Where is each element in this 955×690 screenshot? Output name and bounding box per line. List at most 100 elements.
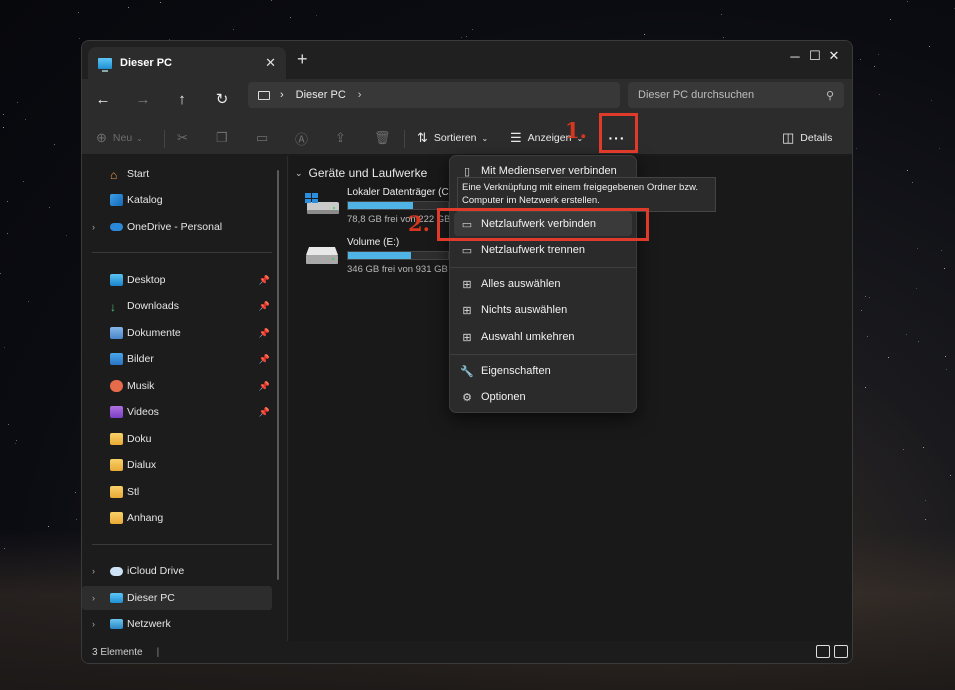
sidebar-item-label: Downloads bbox=[127, 300, 179, 312]
details-view-button[interactable] bbox=[816, 645, 830, 658]
menu-item-properties[interactable]: 🔧 Eigenschaften bbox=[454, 359, 632, 383]
rename-button[interactable]: Ⓐ bbox=[295, 125, 314, 151]
up-button[interactable]: ↑ bbox=[167, 85, 197, 113]
chevron-right-icon[interactable]: › bbox=[92, 566, 95, 576]
monitor-icon bbox=[258, 90, 270, 100]
sidebar-item-dialux[interactable]: Dialux bbox=[82, 453, 272, 477]
drive-e[interactable]: Volume (E:) 346 GB frei von 931 GB bbox=[305, 237, 465, 281]
sidebar-item-label: Dieser PC bbox=[127, 592, 175, 604]
chevron-down-icon: ⌄ bbox=[136, 133, 143, 143]
chevron-right-icon[interactable]: › bbox=[92, 593, 95, 603]
onedrive-icon bbox=[110, 223, 123, 231]
sidebar-item-label: Videos bbox=[127, 406, 159, 418]
drive-name: Lokaler Datenträger (C:) bbox=[347, 187, 455, 198]
sidebar-item-musik[interactable]: Musik 📌 bbox=[82, 374, 272, 398]
address-bar[interactable]: › Dieser PC › bbox=[248, 82, 620, 108]
properties-icon: 🔧 bbox=[460, 365, 474, 378]
search-icon: ⚲ bbox=[825, 89, 834, 102]
sidebar-item-dokumente[interactable]: Dokumente 📌 bbox=[82, 321, 272, 345]
sidebar-item-videos[interactable]: Videos 📌 bbox=[82, 400, 272, 424]
cut-button[interactable]: ✂ bbox=[177, 125, 194, 151]
tab-dieser-pc[interactable]: Dieser PC ✕ bbox=[88, 47, 286, 79]
details-label: Details bbox=[800, 132, 833, 144]
share-button[interactable]: ⇪ bbox=[335, 125, 352, 151]
menu-item-label: Optionen bbox=[481, 391, 526, 403]
sidebar-item-label: Desktop bbox=[127, 274, 166, 286]
sort-button[interactable]: ⇅ Sortieren ⌄ bbox=[417, 125, 488, 151]
breadcrumb-separator: › bbox=[280, 89, 284, 101]
sidebar-item-label: Stl bbox=[127, 486, 140, 498]
sidebar-item-netzwerk[interactable]: › Netzwerk bbox=[82, 612, 272, 636]
options-icon: ⚙ bbox=[462, 391, 472, 404]
sidebar-item-desktop[interactable]: Desktop 📌 bbox=[82, 268, 272, 292]
sidebar-scrollbar[interactable] bbox=[277, 170, 279, 580]
pictures-icon bbox=[110, 353, 123, 365]
tab-title: Dieser PC bbox=[120, 57, 172, 69]
sidebar-item-label: Dialux bbox=[127, 459, 157, 471]
copy-button[interactable]: ❐ bbox=[216, 125, 234, 151]
command-bar: ⊕ Neu ⌄ ✂ ❐ ▭ Ⓐ ⇪ 🗑 ⇅ Sortieren ⌄ ☰ Anze… bbox=[82, 121, 852, 155]
breadcrumb-separator[interactable]: › bbox=[358, 89, 362, 101]
sidebar-item-doku[interactable]: Doku bbox=[82, 427, 272, 451]
folder-icon bbox=[110, 486, 123, 498]
sidebar-item-anhang[interactable]: Anhang bbox=[82, 506, 272, 530]
menu-item-select-none[interactable]: ⊞ Nichts auswählen bbox=[454, 298, 632, 322]
clipboard-icon: ▭ bbox=[256, 130, 269, 145]
menu-item-label: Nichts auswählen bbox=[481, 304, 568, 316]
close-button[interactable]: ✕ bbox=[815, 41, 852, 71]
breadcrumb-dieser-pc[interactable]: Dieser PC bbox=[296, 89, 346, 101]
menu-item-label: Auswahl umkehren bbox=[481, 331, 575, 343]
drive-free-space: 78,8 GB frei von 222 GB bbox=[347, 214, 451, 225]
drive-usage-fill bbox=[348, 252, 411, 259]
sidebar-item-dieser-pc[interactable]: › Dieser PC bbox=[82, 586, 272, 610]
new-tab-button[interactable]: + bbox=[297, 50, 308, 68]
drive-free-space: 346 GB frei von 931 GB bbox=[347, 264, 448, 275]
sidebar-item-katalog[interactable]: Katalog bbox=[82, 188, 272, 212]
folder-icon bbox=[110, 459, 123, 471]
group-header-devices[interactable]: ⌄ Geräte und Laufwerke bbox=[295, 166, 427, 180]
drive-usage-bar bbox=[347, 251, 449, 260]
paste-button[interactable]: ▭ bbox=[256, 125, 274, 151]
group-title: Geräte und Laufwerke bbox=[308, 166, 428, 180]
sidebar-item-icloud[interactable]: › iCloud Drive bbox=[82, 559, 272, 583]
tab-close-icon[interactable]: ✕ bbox=[265, 55, 276, 71]
menu-item-disconnect-network-drive[interactable]: ▭ Netzlaufwerk trennen bbox=[454, 238, 632, 262]
pin-icon: 📌 bbox=[258, 300, 270, 311]
forward-button[interactable]: → bbox=[128, 85, 158, 113]
divider bbox=[404, 130, 405, 148]
menu-item-label: Eigenschaften bbox=[481, 365, 551, 377]
navigation-pane: ⌂ Start Katalog › OneDrive - Personal De… bbox=[82, 156, 288, 641]
pin-icon: 📌 bbox=[258, 380, 270, 391]
network-icon bbox=[110, 619, 123, 629]
sidebar-item-label: Anhang bbox=[127, 512, 164, 524]
menu-item-invert-selection[interactable]: ⊞ Auswahl umkehren bbox=[454, 325, 632, 349]
search-input[interactable]: Dieser PC durchsuchen ⚲ bbox=[628, 82, 844, 108]
pin-icon: 📌 bbox=[258, 406, 270, 417]
new-button[interactable]: ⊕ Neu ⌄ bbox=[96, 125, 143, 151]
tiles-view-button[interactable] bbox=[834, 645, 848, 658]
chevron-down-icon: ⌄ bbox=[295, 167, 303, 178]
sidebar-item-onedrive[interactable]: › OneDrive - Personal bbox=[82, 215, 272, 239]
back-button[interactable]: ← bbox=[88, 85, 118, 113]
menu-item-select-all[interactable]: ⊞ Alles auswählen bbox=[454, 272, 632, 296]
folder-icon bbox=[110, 512, 123, 524]
drive-usage-bar bbox=[347, 201, 449, 210]
sidebar-item-downloads[interactable]: ↓ Downloads 📌 bbox=[82, 294, 272, 318]
sidebar-item-label: Katalog bbox=[127, 194, 163, 206]
invert-selection-icon: ⊞ bbox=[462, 331, 472, 344]
drive-icon bbox=[306, 247, 338, 264]
details-button[interactable]: ◫ Details bbox=[782, 125, 832, 151]
chevron-right-icon[interactable]: › bbox=[92, 222, 95, 232]
sidebar-item-start[interactable]: ⌂ Start bbox=[82, 162, 272, 186]
select-all-icon: ⊞ bbox=[462, 278, 472, 291]
sidebar-item-label: Bilder bbox=[127, 353, 154, 365]
delete-button[interactable]: 🗑 bbox=[374, 125, 397, 151]
icloud-icon bbox=[110, 567, 123, 576]
pin-icon: 📌 bbox=[258, 274, 270, 285]
sidebar-item-stl[interactable]: Stl bbox=[82, 480, 272, 504]
plus-circle-icon: ⊕ bbox=[96, 130, 107, 145]
chevron-right-icon[interactable]: › bbox=[92, 619, 95, 629]
menu-item-options[interactable]: ⚙ Optionen bbox=[454, 385, 632, 409]
refresh-button[interactable]: ↻ bbox=[207, 85, 237, 113]
sidebar-item-bilder[interactable]: Bilder 📌 bbox=[82, 347, 272, 371]
